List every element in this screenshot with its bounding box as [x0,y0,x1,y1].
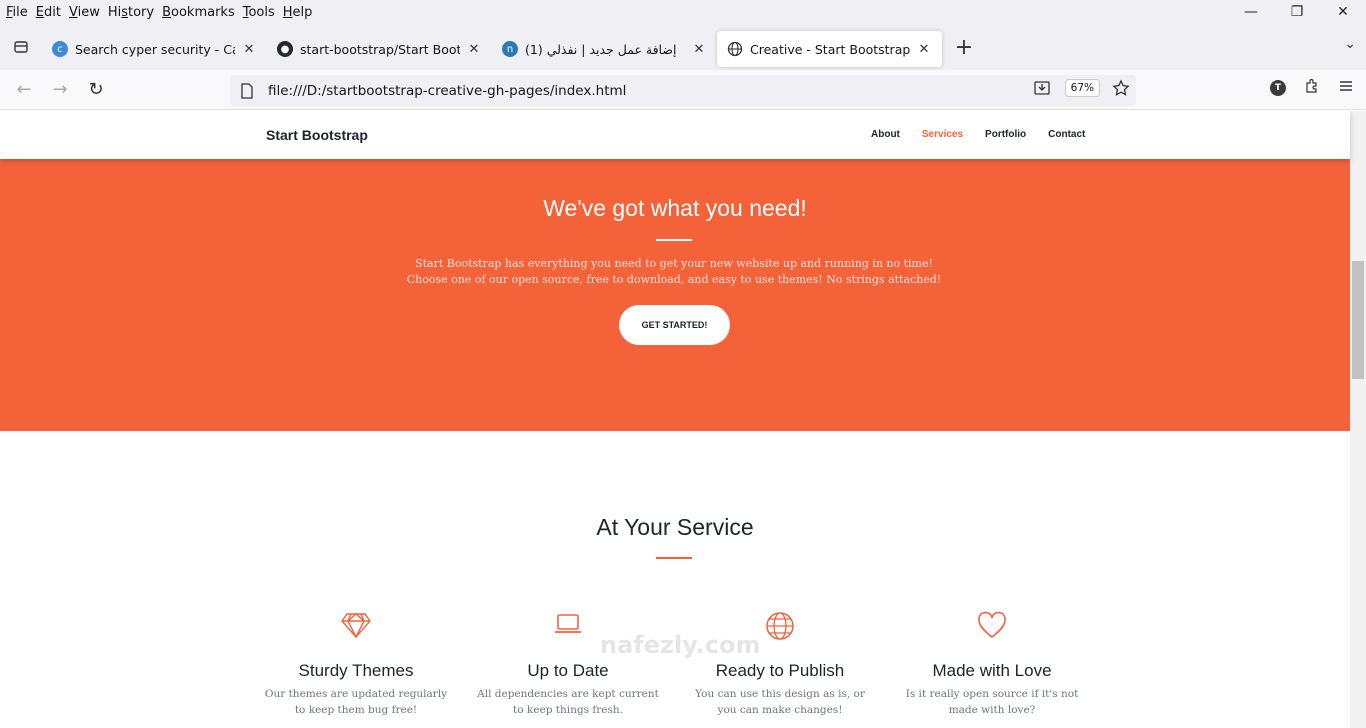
gem-icon [341,613,371,639]
menu-history[interactable]: History [108,5,154,20]
services-divider [656,557,692,559]
page-icon [241,82,253,99]
nav-link-services[interactable]: Services [922,129,963,140]
account-avatar[interactable]: T [1270,80,1286,96]
laptop-icon [555,614,581,633]
service-item: Ready to Publish You can use this design… [685,611,875,718]
nafezly-icon: n [502,41,518,57]
tab-github[interactable]: ● start-bootstrap/Start Bootstrap ✕ [267,31,492,67]
tab-canva[interactable]: c Search cyper security - Canva ✕ [42,31,267,67]
menu-bar: File Edit View History Bookmarks Tools H… [0,0,1366,24]
close-tab-icon[interactable]: ✕ [241,42,257,57]
url-text[interactable]: file:///D:/startbootstrap-creative-gh-pa… [268,83,626,99]
download-page-icon[interactable] [1033,79,1051,97]
menu-file[interactable]: File [6,5,28,20]
tab-creative[interactable]: Creative - Start Bootstrap Them ✕ [717,31,942,67]
globe-icon [766,612,794,640]
close-tab-icon[interactable]: ✕ [916,42,932,57]
close-tab-icon[interactable]: ✕ [691,42,707,57]
tab-nafezly[interactable]: n إضافة عمل جديد | نفذلي (1) ✕ [492,31,717,67]
hamburger-menu-icon[interactable] [1338,78,1354,98]
minimize-button[interactable]: — [1228,0,1274,24]
tab-title: start-bootstrap/Start Bootstrap [300,41,460,57]
tab-title: Creative - Start Bootstrap Them [750,41,910,57]
nav-link-portfolio[interactable]: Portfolio [985,129,1026,140]
globe-icon [727,41,743,57]
service-title: Made with Love [932,661,1052,680]
extensions-icon[interactable] [1304,78,1320,98]
new-tab-button[interactable]: + [948,31,980,63]
hero-section: We've got what you need! Start Bootstrap… [0,159,1350,431]
service-text: All dependencies are kept current to kee… [477,688,659,716]
restore-button[interactable]: ❐ [1274,0,1320,24]
tab-title: إضافة عمل جديد | نفذلي (1) [525,41,677,57]
service-title: Ready to Publish [715,661,845,680]
github-icon: ● [277,41,293,57]
get-started-button[interactable]: GET STARTED! [619,305,730,345]
nav-link-contact[interactable]: Contact [1048,129,1085,140]
services-section: At Your Service Sturdy Themes Our themes… [0,431,1350,728]
menu-view[interactable]: View [69,5,100,20]
menu-tools[interactable]: Tools [243,5,275,20]
service-text: You can use this design as is, or you ca… [695,688,865,716]
menu-help[interactable]: Help [283,5,313,20]
service-title: Up to Date [527,661,609,680]
url-bar[interactable]: file:///D:/startbootstrap-creative-gh-pa… [230,75,1136,106]
close-window-button[interactable]: ✕ [1320,0,1366,24]
close-tab-icon[interactable]: ✕ [466,42,482,57]
menu-bookmarks[interactable]: Bookmarks [162,5,235,20]
zoom-indicator[interactable]: 67% [1064,79,1100,97]
page-viewport: Start Bootstrap About Services Portfolio… [0,111,1366,728]
site-navbar: Start Bootstrap About Services Portfolio… [0,111,1350,159]
forward-button[interactable]: → [42,74,78,106]
page-scrollbar[interactable] [1350,111,1366,728]
reload-button[interactable]: ↻ [78,74,114,106]
back-button[interactable]: ← [6,74,42,106]
menu-edit[interactable]: Edit [36,5,61,20]
services-title: At Your Service [596,514,754,540]
service-item: Up to Date All dependencies are kept cur… [473,611,663,718]
tab-overview-icon [14,41,28,53]
hero-divider [656,239,692,241]
heart-icon [978,611,1006,639]
service-text: Is it really open source if it's not mad… [905,688,1079,716]
service-item: Sturdy Themes Our themes are updated reg… [261,611,451,718]
site-nav-links: About Services Portfolio Contact [871,129,1107,140]
canva-icon: c [52,41,68,57]
service-text: Our themes are updated regularly to keep… [264,688,448,716]
hero-text: Start Bootstrap has everything you need … [406,257,942,286]
navigation-toolbar: ← → ↻ file:///D:/startbootstrap-creative… [0,70,1366,110]
tab-title: Search cyper security - Canva [75,41,235,57]
service-item: Made with Love Is it really open source … [897,611,1087,718]
site-brand[interactable]: Start Bootstrap [266,127,368,143]
service-title: Sturdy Themes [298,661,414,680]
tab-bar: c Search cyper security - Canva ✕ ● star… [0,24,1366,70]
nav-link-about[interactable]: About [871,129,900,140]
hero-title: We've got what you need! [543,195,807,221]
list-all-tabs-icon[interactable]: ⌄ [1344,36,1356,52]
bookmark-star-icon[interactable] [1112,79,1130,97]
tab-overview-button[interactable] [0,24,42,70]
scrollbar-thumb[interactable] [1352,261,1364,379]
